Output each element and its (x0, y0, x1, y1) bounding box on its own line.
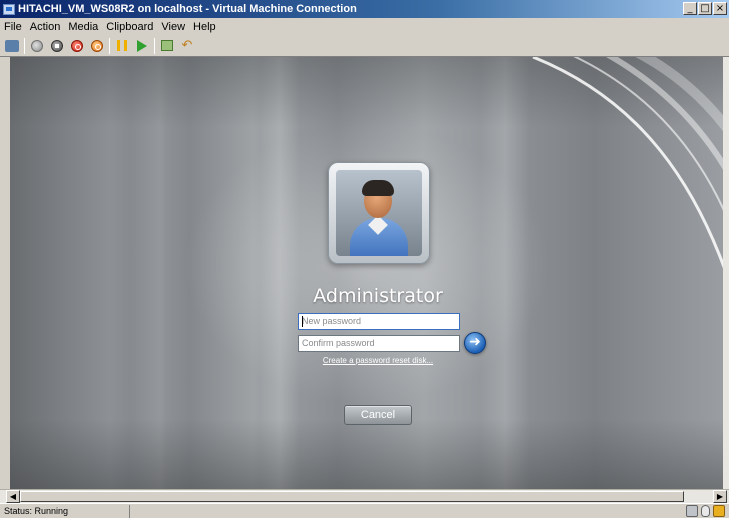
new-password-placeholder: New password (302, 316, 362, 326)
menu-action[interactable]: Action (30, 21, 61, 33)
text-caret (302, 316, 303, 327)
window-title: HITACHI_VM_WS08R2 on localhost - Virtual… (18, 3, 357, 15)
vm-screen[interactable]: Administrator New password Confirm passw… (10, 57, 723, 489)
password-reset-disk-link[interactable]: Create a password reset disk... (278, 356, 478, 365)
shut-down-button[interactable] (69, 38, 85, 54)
maximize-button[interactable]: □ (698, 2, 712, 15)
snapshot-button[interactable] (159, 38, 175, 54)
submit-arrow-button[interactable]: ➜ (464, 332, 486, 354)
start-icon (31, 39, 43, 52)
title-bar: HITACHI_VM_WS08R2 on localhost - Virtual… (0, 0, 729, 18)
mouse-icon (701, 505, 710, 517)
status-text: Status: Running (0, 504, 130, 518)
close-button[interactable]: × (713, 2, 727, 15)
status-bar: Status: Running (0, 503, 729, 518)
background-shade (10, 419, 723, 489)
reset-icon (137, 39, 147, 52)
turn-off-icon (51, 39, 63, 52)
scroll-right-button[interactable]: ▶ (713, 490, 727, 503)
snapshot-icon (161, 40, 173, 51)
vm-connection-window: HITACHI_VM_WS08R2 on localhost - Virtual… (0, 0, 729, 518)
revert-icon: ↶ (181, 37, 193, 53)
user-avatar-icon (336, 170, 422, 256)
menu-clipboard[interactable]: Clipboard (106, 21, 153, 33)
toolbar-separator (154, 37, 155, 54)
minimize-button[interactable]: _ (683, 2, 697, 15)
menu-view[interactable]: View (161, 21, 185, 33)
keyboard-icon (686, 505, 698, 517)
toolbar-separator (109, 37, 110, 54)
user-tile (328, 162, 430, 264)
revert-button[interactable]: ↶ (179, 38, 195, 54)
background-swoosh (532, 57, 723, 269)
menu-help[interactable]: Help (193, 21, 216, 33)
ctrl-alt-del-icon (5, 39, 19, 52)
save-icon (91, 39, 103, 52)
scroll-left-button[interactable]: ◀ (6, 490, 20, 503)
user-name: Administrator (313, 285, 443, 307)
start-button[interactable] (29, 38, 45, 54)
cancel-button[interactable]: Cancel (344, 405, 412, 425)
save-button[interactable] (89, 38, 105, 54)
toolbar-separator (24, 37, 25, 54)
menu-file[interactable]: File (4, 21, 22, 33)
menu-bar: File Action Media Clipboard View Help (0, 18, 729, 35)
shut-down-icon (71, 39, 83, 52)
vertical-scroll-track[interactable] (723, 57, 729, 489)
pause-button[interactable] (114, 38, 130, 54)
status-tray (686, 505, 725, 517)
turn-off-button[interactable] (49, 38, 65, 54)
reset-button[interactable] (134, 38, 150, 54)
ctrl-alt-del-button[interactable] (4, 38, 20, 54)
confirm-password-field[interactable]: Confirm password (298, 335, 460, 352)
menu-media[interactable]: Media (68, 21, 98, 33)
new-password-field[interactable]: New password (298, 313, 460, 330)
pause-icon (117, 40, 127, 51)
window-controls: _ □ × (683, 2, 727, 15)
vm-connection-icon (3, 3, 15, 15)
horizontal-scroll-thumb[interactable] (20, 491, 684, 502)
arrow-right-icon: ➜ (469, 334, 481, 350)
toolbar: ↶ (0, 35, 729, 57)
lock-icon (713, 505, 725, 517)
vertical-scrollbar[interactable] (723, 57, 729, 489)
confirm-password-placeholder: Confirm password (302, 338, 375, 348)
horizontal-scrollbar[interactable]: ◀ ▶ (0, 489, 729, 503)
